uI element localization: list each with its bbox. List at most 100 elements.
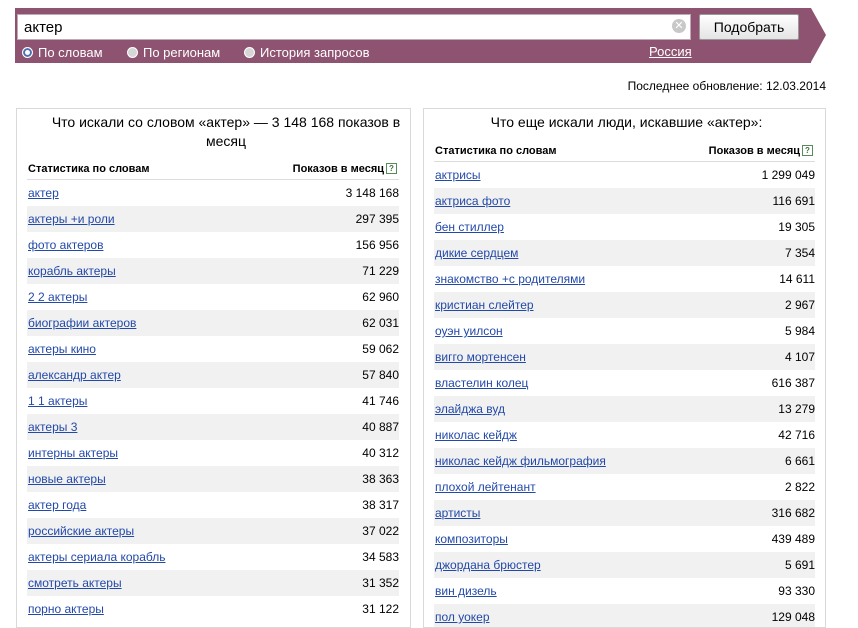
- phrase-link[interactable]: вин дизель: [435, 584, 497, 598]
- left-panel-title: Что искали со словом «актер» — 3 148 168…: [51, 114, 401, 149]
- search-input[interactable]: [17, 14, 691, 40]
- table-row: 2 2 актеры 62 960: [27, 284, 399, 310]
- table-row: композиторы 439 489: [434, 526, 815, 552]
- impressions-count: 7 354: [784, 246, 815, 260]
- table-row: смотреть актеры 31 352: [27, 570, 399, 596]
- impressions-count: 439 489: [771, 532, 815, 546]
- left-column-header: Статистика по словам Показов в месяц?: [27, 161, 399, 180]
- phrase-link[interactable]: кристиан слейтер: [435, 298, 534, 312]
- table-row: порно актеры 31 122: [27, 596, 399, 622]
- impressions-count: 316 682: [771, 506, 815, 520]
- phrase-link[interactable]: актеры +и роли: [28, 212, 115, 226]
- phrase-link[interactable]: корабль актеры: [28, 264, 116, 278]
- phrase-link[interactable]: пол уокер: [435, 610, 490, 624]
- right-panel: Что еще искали люди, искавшие «актер»: С…: [423, 108, 826, 628]
- last-update: Последнее обновление: 12.03.2014: [627, 79, 826, 93]
- table-row: актер года 38 317: [27, 492, 399, 518]
- table-row: плохой лейтенант 2 822: [434, 474, 815, 500]
- phrase-link[interactable]: элайджа вуд: [435, 402, 505, 416]
- table-row: властелин колец 616 387: [434, 370, 815, 396]
- phrase-link[interactable]: знакомство +с родителями: [435, 272, 585, 286]
- phrase-link[interactable]: вигго мортенсен: [435, 350, 526, 364]
- impressions-count: 59 062: [362, 342, 399, 356]
- tab-by-words[interactable]: По словам: [22, 45, 103, 60]
- banner-arrow: [811, 8, 826, 62]
- phrase-link[interactable]: композиторы: [435, 532, 508, 546]
- phrase-link[interactable]: плохой лейтенант: [435, 480, 536, 494]
- phrase-link[interactable]: российские актеры: [28, 524, 134, 538]
- phrase-link[interactable]: интерны актеры: [28, 446, 118, 460]
- region-link[interactable]: Россия: [649, 44, 692, 59]
- table-row: кристиан слейтер 2 967: [434, 292, 815, 318]
- phrase-link[interactable]: оуэн уилсон: [435, 324, 503, 338]
- table-row: актриса фото 116 691: [434, 188, 815, 214]
- phrase-link[interactable]: фото актеров: [28, 238, 103, 252]
- radio-selected-icon[interactable]: [22, 47, 33, 58]
- impressions-count: 4 107: [784, 350, 815, 364]
- impressions-count: 129 048: [771, 610, 815, 624]
- phrase-link[interactable]: александр актер: [28, 368, 121, 382]
- impressions-count: 5 984: [784, 324, 815, 338]
- impressions-count: 31 352: [362, 576, 399, 590]
- phrase-link[interactable]: 2 2 актеры: [28, 290, 87, 304]
- phrase-link[interactable]: актрисы: [435, 168, 481, 182]
- impressions-count: 42 716: [778, 428, 815, 442]
- impressions-count: 2 967: [784, 298, 815, 312]
- impressions-count: 3 148 168: [345, 186, 399, 200]
- table-row: актеры +и роли 297 395: [27, 206, 399, 232]
- phrase-link[interactable]: актеры кино: [28, 342, 96, 356]
- table-row: актеры сериала корабль 34 583: [27, 544, 399, 570]
- radio-icon[interactable]: [127, 47, 138, 58]
- phrase-link[interactable]: актриса фото: [435, 194, 510, 208]
- impressions-count: 13 279: [778, 402, 815, 416]
- phrase-link[interactable]: актеры сериала корабль: [28, 550, 165, 564]
- impressions-count: 2 822: [784, 480, 815, 494]
- phrase-link[interactable]: властелин колец: [435, 376, 528, 390]
- phrase-link[interactable]: актер года: [28, 498, 86, 512]
- phrase-link[interactable]: николас кейдж: [435, 428, 517, 442]
- phrase-link[interactable]: порно актеры: [28, 602, 104, 616]
- impressions-count: 38 317: [362, 498, 399, 512]
- phrase-link[interactable]: актер: [28, 186, 59, 200]
- impressions-count: 40 312: [362, 446, 399, 460]
- table-row: вин дизель 93 330: [434, 578, 815, 604]
- phrase-link[interactable]: артисты: [435, 506, 480, 520]
- table-row: корабль актеры 71 229: [27, 258, 399, 284]
- help-icon[interactable]: ?: [802, 145, 813, 156]
- right-rows: актрисы 1 299 049 актриса фото 116 691 бен с…: [434, 162, 815, 627]
- phrase-link[interactable]: актеры 3: [28, 420, 77, 434]
- table-row: фото актеров 156 956: [27, 232, 399, 258]
- tab-query-history[interactable]: История запросов: [244, 45, 370, 60]
- tab-by-regions[interactable]: По регионам: [127, 45, 220, 60]
- impressions-count: 19 305: [778, 220, 815, 234]
- phrase-link[interactable]: смотреть актеры: [28, 576, 122, 590]
- phrase-link[interactable]: 1 1 актеры: [28, 394, 87, 408]
- tab-label: По словам: [38, 45, 103, 60]
- phrase-link[interactable]: николас кейдж фильмография: [435, 454, 606, 468]
- table-row: артисты 316 682: [434, 500, 815, 526]
- phrase-link[interactable]: новые актеры: [28, 472, 106, 486]
- help-icon[interactable]: ?: [386, 163, 397, 174]
- table-row: 1 1 актеры 41 746: [27, 388, 399, 414]
- table-row: оуэн уилсон 5 984: [434, 318, 815, 344]
- impressions-count: 616 387: [771, 376, 815, 390]
- submit-button[interactable]: Подобрать: [699, 14, 799, 40]
- phrase-link[interactable]: джордана брюстер: [435, 558, 541, 572]
- table-row: актеры кино 59 062: [27, 336, 399, 362]
- impressions-count: 93 330: [778, 584, 815, 598]
- phrase-link[interactable]: бен стиллер: [435, 220, 504, 234]
- column-word-header: Статистика по словам: [28, 163, 150, 175]
- phrase-link[interactable]: дикие сердцем: [435, 246, 518, 260]
- table-row: российские актеры 37 022: [27, 518, 399, 544]
- radio-icon[interactable]: [244, 47, 255, 58]
- table-row: вигго мортенсен 4 107: [434, 344, 815, 370]
- impressions-count: 116 691: [772, 194, 816, 208]
- clear-icon[interactable]: ✕: [672, 19, 686, 33]
- table-row: интерны актеры 40 312: [27, 440, 399, 466]
- table-row: знакомство +с родителями 14 611: [434, 266, 815, 292]
- tab-label: История запросов: [260, 45, 370, 60]
- table-row: актеры 3 40 887: [27, 414, 399, 440]
- table-row: элайджа вуд 13 279: [434, 396, 815, 422]
- table-row: александр актер 57 840: [27, 362, 399, 388]
- phrase-link[interactable]: биографии актеров: [28, 316, 136, 330]
